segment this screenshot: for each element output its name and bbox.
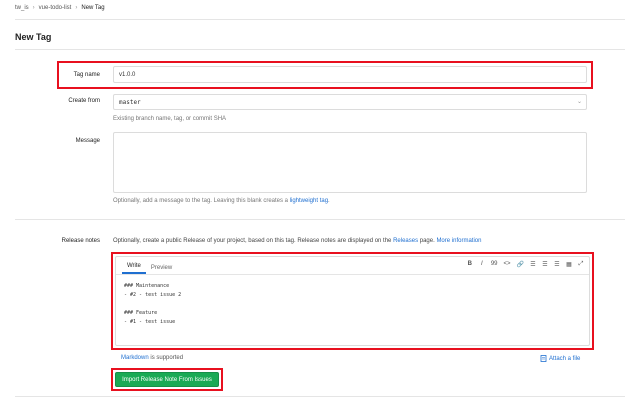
bold-icon[interactable]: B	[467, 261, 473, 268]
divider	[15, 219, 625, 220]
tag-name-label: Tag name	[73, 72, 100, 78]
quote-icon[interactable]: 99	[491, 261, 498, 268]
import-release-note-button[interactable]: Import Release Note From Issues	[115, 372, 219, 387]
more-information-link[interactable]: More information	[436, 238, 481, 244]
tag-name-input[interactable]: v1.0.0	[113, 66, 587, 83]
create-from-select[interactable]: master ⌄	[113, 94, 587, 110]
markdown-toolbar: B I 99 <> 🔗 ☰ ☰ ☰ ▦ ⤢	[467, 261, 584, 268]
message-textarea[interactable]	[113, 132, 587, 193]
tab-preview[interactable]: Preview	[146, 265, 177, 274]
release-notes-label: Release notes	[61, 238, 100, 244]
divider	[15, 19, 625, 20]
releases-link[interactable]: Releases	[393, 238, 418, 244]
divider	[15, 49, 625, 50]
tab-write[interactable]: Write	[122, 263, 146, 274]
code-icon[interactable]: <>	[504, 261, 511, 268]
lightweight-tag-link[interactable]: lightweight tag	[290, 198, 328, 204]
attach-file-button[interactable]: Attach a file	[540, 355, 580, 362]
release-notes-intro-text: Optionally, create a public Release of y…	[113, 238, 392, 244]
breadcrumb: tw_is › vue-todo-list › New Tag	[15, 5, 105, 11]
italic-icon[interactable]: I	[479, 261, 485, 268]
table-icon[interactable]: ▦	[566, 261, 572, 268]
breadcrumb-item-current[interactable]: New Tag	[81, 5, 104, 11]
message-hint: Optionally, add a message to the tag. Le…	[113, 198, 330, 204]
chevron-down-icon: ⌄	[576, 99, 582, 106]
markdown-link[interactable]: Markdown	[121, 355, 149, 361]
bullet-list-icon[interactable]: ☰	[530, 261, 536, 268]
markdown-note: Markdown is supported	[121, 355, 183, 361]
release-notes-intro: Optionally, create a public Release of y…	[113, 238, 481, 244]
breadcrumb-separator: ›	[32, 5, 35, 11]
create-from-label: Create from	[68, 98, 100, 104]
release-notes-intro-mid: page.	[419, 238, 435, 244]
message-hint-suffix: .	[328, 198, 330, 204]
fullscreen-icon[interactable]: ⤢	[578, 261, 584, 268]
editor-header: Write Preview B I 99 <> 🔗 ☰ ☰ ☰ ▦ ⤢	[116, 257, 589, 275]
paperclip-icon	[540, 355, 547, 362]
numbered-list-icon[interactable]: ☰	[542, 261, 548, 268]
link-icon[interactable]: 🔗	[517, 261, 524, 268]
breadcrumb-item-group[interactable]: tw_is	[15, 5, 29, 11]
message-label: Message	[75, 138, 100, 144]
message-hint-text: Optionally, add a message to the tag. Le…	[113, 198, 288, 204]
breadcrumb-separator: ›	[75, 5, 78, 11]
create-from-value: master	[119, 98, 141, 106]
task-list-icon[interactable]: ☰	[554, 261, 560, 268]
create-from-hint: Existing branch name, tag, or commit SHA	[113, 116, 227, 122]
attach-file-label: Attach a file	[549, 355, 581, 362]
release-notes-textarea[interactable]: ### Maintenance - #2 - test issue 2 ### …	[116, 275, 589, 334]
breadcrumb-item-project[interactable]: vue-todo-list	[39, 5, 72, 11]
release-notes-editor: Write Preview B I 99 <> 🔗 ☰ ☰ ☰ ▦ ⤢ ### …	[115, 256, 590, 346]
markdown-note-text: is supported	[150, 355, 184, 361]
page-title: New Tag	[15, 32, 52, 42]
divider	[15, 396, 625, 397]
